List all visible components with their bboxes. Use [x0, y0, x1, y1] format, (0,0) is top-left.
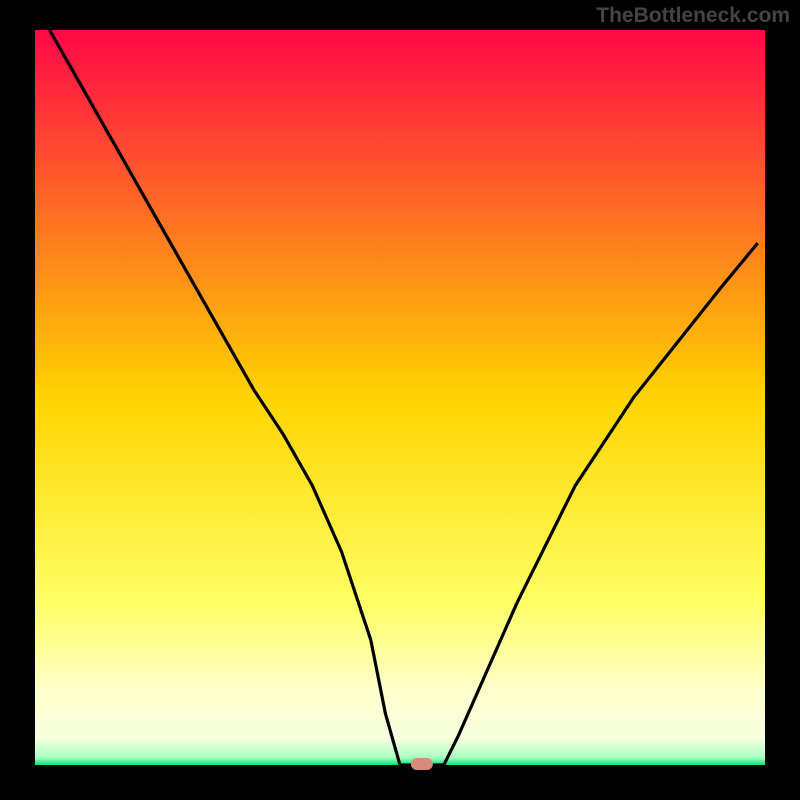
chart-svg — [0, 0, 800, 800]
plot-background — [35, 30, 765, 765]
watermark-text: TheBottleneck.com — [596, 4, 790, 28]
bottleneck-chart: TheBottleneck.com — [0, 0, 800, 800]
current-value-marker — [411, 758, 433, 770]
